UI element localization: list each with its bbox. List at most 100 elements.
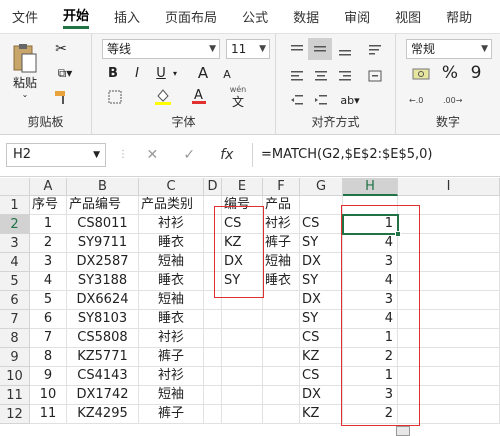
cell-E5[interactable]: SY bbox=[222, 272, 263, 291]
border-icon[interactable] bbox=[104, 88, 126, 106]
cell-G7[interactable]: SY bbox=[300, 310, 343, 329]
align-center-icon[interactable] bbox=[310, 66, 332, 86]
font-size-select[interactable]: 11 ▼ bbox=[226, 39, 270, 59]
cell-C9[interactable]: 裤子 bbox=[139, 348, 204, 367]
column-header[interactable]: G bbox=[300, 178, 343, 196]
bold-button[interactable]: B bbox=[104, 64, 122, 82]
orientation-icon[interactable]: ab▾ bbox=[336, 90, 364, 110]
tab-file[interactable]: 文件 bbox=[12, 7, 38, 26]
column-header[interactable]: D bbox=[204, 178, 222, 196]
cell-E9[interactable] bbox=[222, 348, 263, 367]
cell-A12[interactable]: 11 bbox=[30, 405, 67, 424]
cell-H9[interactable]: 2 bbox=[343, 348, 398, 367]
cell-B10[interactable]: CS4143 bbox=[67, 367, 139, 386]
row-header[interactable]: 2 bbox=[0, 215, 30, 234]
cell-H10[interactable]: 1 bbox=[343, 367, 398, 386]
increase-decimal-icon[interactable]: ←.0 bbox=[406, 90, 434, 110]
cell-B7[interactable]: SY8103 bbox=[67, 310, 139, 329]
row-header[interactable]: 7 bbox=[0, 310, 30, 329]
row-header[interactable]: 1 bbox=[0, 196, 30, 215]
cell-A5[interactable]: 4 bbox=[30, 272, 67, 291]
increase-indent-icon[interactable] bbox=[310, 90, 332, 110]
cell-G8[interactable]: CS bbox=[300, 329, 343, 348]
cell-H8[interactable]: 1 bbox=[343, 329, 398, 348]
cell-B5[interactable]: SY3188 bbox=[67, 272, 139, 291]
cell-F8[interactable] bbox=[263, 329, 300, 348]
font-shrink-button[interactable]: A bbox=[218, 66, 236, 82]
tab-home[interactable]: 开始 bbox=[63, 5, 90, 29]
cell-A10[interactable]: 9 bbox=[30, 367, 67, 386]
cell-I11[interactable] bbox=[398, 386, 500, 405]
tab-help[interactable]: 帮助 bbox=[446, 7, 472, 26]
cell-C4[interactable]: 短袖 bbox=[139, 253, 204, 272]
cell-D9[interactable] bbox=[204, 348, 222, 367]
row-header[interactable]: 8 bbox=[0, 329, 30, 348]
cell-G1[interactable] bbox=[300, 196, 343, 215]
name-box[interactable]: H2 ▼ bbox=[6, 143, 106, 167]
cell-E3[interactable]: KZ bbox=[222, 234, 263, 253]
cell-B12[interactable]: KZ4295 bbox=[67, 405, 139, 424]
cell-D8[interactable] bbox=[204, 329, 222, 348]
cell-F1[interactable]: 产品 bbox=[263, 196, 300, 215]
cell-A1[interactable]: 序号 bbox=[30, 196, 67, 215]
cell-A2[interactable]: 1 bbox=[30, 215, 67, 234]
column-header[interactable]: A bbox=[30, 178, 67, 196]
cell-C10[interactable]: 衬衫 bbox=[139, 367, 204, 386]
cell-D6[interactable] bbox=[204, 291, 222, 310]
cell-D10[interactable] bbox=[204, 367, 222, 386]
merge-center-icon[interactable] bbox=[364, 66, 386, 86]
cell-C6[interactable]: 短袖 bbox=[139, 291, 204, 310]
cell-F4[interactable]: 短袖 bbox=[263, 253, 300, 272]
cell-A6[interactable]: 5 bbox=[30, 291, 67, 310]
quick-analysis-icon[interactable] bbox=[396, 426, 410, 436]
row-header[interactable]: 9 bbox=[0, 348, 30, 367]
row-header[interactable]: 5 bbox=[0, 272, 30, 291]
enter-icon[interactable]: ✓ bbox=[183, 147, 195, 163]
cell-D5[interactable] bbox=[204, 272, 222, 291]
cell-E4[interactable]: DX bbox=[222, 253, 263, 272]
row-header[interactable]: 11 bbox=[0, 386, 30, 405]
phonetic-guide-button[interactable]: 文 bbox=[226, 94, 250, 109]
cell-I7[interactable] bbox=[398, 310, 500, 329]
cell-H7[interactable]: 4 bbox=[343, 310, 398, 329]
cell-I6[interactable] bbox=[398, 291, 500, 310]
worksheet-grid[interactable]: A B C D E F G H I 1 2 3 4 5 6 7 8 9 10 11 12 序号 产品编号 产品类别 编号 产品 1 C… bbox=[0, 178, 500, 436]
align-bottom-icon[interactable] bbox=[334, 40, 356, 60]
tab-review[interactable]: 审阅 bbox=[344, 7, 370, 26]
cell-D2[interactable] bbox=[204, 215, 222, 234]
row-header[interactable]: 4 bbox=[0, 253, 30, 272]
cell-D7[interactable] bbox=[204, 310, 222, 329]
cell-C5[interactable]: 睡衣 bbox=[139, 272, 204, 291]
cell-F5[interactable]: 睡衣 bbox=[263, 272, 300, 291]
cell-I5[interactable] bbox=[398, 272, 500, 291]
cell-D11[interactable] bbox=[204, 386, 222, 405]
paste-icon[interactable] bbox=[8, 40, 42, 76]
cell-B1[interactable]: 产品编号 bbox=[67, 196, 139, 215]
cell-D3[interactable] bbox=[204, 234, 222, 253]
cell-F7[interactable] bbox=[263, 310, 300, 329]
cancel-icon[interactable]: ✕ bbox=[147, 147, 159, 163]
cell-B8[interactable]: CS5808 bbox=[67, 329, 139, 348]
align-left-icon[interactable] bbox=[286, 66, 308, 86]
wrap-text-icon[interactable] bbox=[364, 40, 386, 60]
comma-style-button[interactable]: 9 bbox=[466, 62, 486, 84]
cell-F12[interactable] bbox=[263, 405, 300, 424]
cell-B2[interactable]: CS8011 bbox=[67, 215, 139, 234]
cell-I10[interactable] bbox=[398, 367, 500, 386]
cell-E8[interactable] bbox=[222, 329, 263, 348]
cell-B3[interactable]: SY9711 bbox=[67, 234, 139, 253]
cell-I8[interactable] bbox=[398, 329, 500, 348]
cell-I12[interactable] bbox=[398, 405, 500, 424]
cell-B4[interactable]: DX2587 bbox=[67, 253, 139, 272]
cell-G11[interactable]: DX bbox=[300, 386, 343, 405]
number-format-select[interactable]: 常规 ▼ bbox=[406, 39, 492, 59]
cell-G6[interactable]: DX bbox=[300, 291, 343, 310]
fill-handle[interactable] bbox=[395, 231, 401, 237]
cell-D12[interactable] bbox=[204, 405, 222, 424]
tab-page-layout[interactable]: 页面布局 bbox=[165, 7, 217, 26]
fill-color-icon[interactable] bbox=[152, 86, 174, 106]
select-all-corner[interactable] bbox=[0, 178, 30, 196]
cell-C12[interactable]: 裤子 bbox=[139, 405, 204, 424]
cell-F2[interactable]: 衬衫 bbox=[263, 215, 300, 234]
cell-F3[interactable]: 裤子 bbox=[263, 234, 300, 253]
